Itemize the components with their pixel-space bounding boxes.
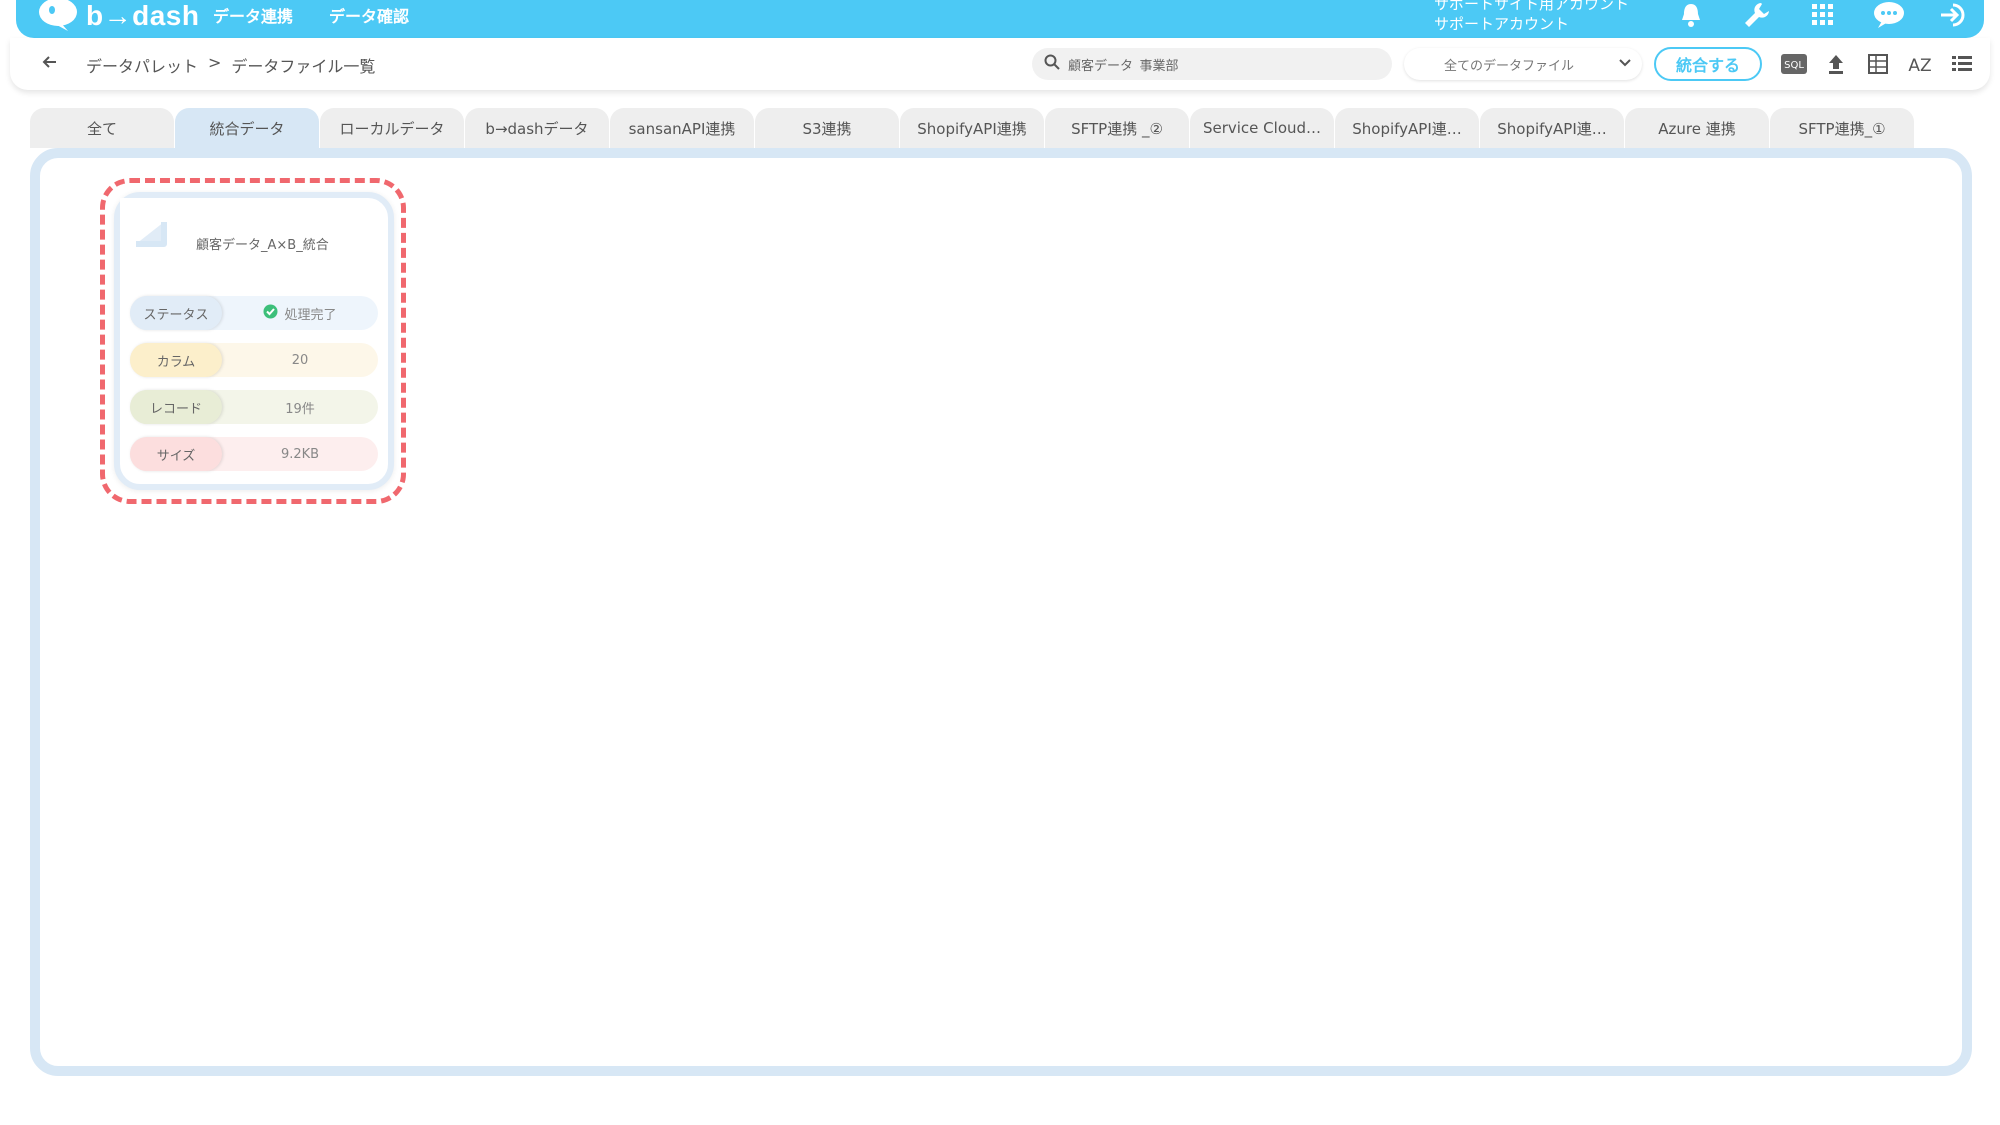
size-label: サイズ	[130, 437, 222, 471]
tab-service-cloud[interactable]: Service Cloud…	[1190, 108, 1334, 148]
file-filter-select[interactable]: 全てのデータファイル	[1404, 48, 1642, 80]
upload-icon[interactable]	[1822, 50, 1850, 78]
size-row: サイズ 9.2KB	[130, 437, 378, 471]
account-name: サポートサイト用アカウント	[1434, 0, 1630, 13]
status-label: ステータス	[130, 296, 222, 330]
status-value: 処理完了	[284, 307, 337, 323]
chat-icon[interactable]	[1872, 0, 1906, 30]
file-corner-icon	[114, 192, 190, 254]
toolbar-icons: SQL AZ	[1780, 50, 1976, 78]
record-value: 19件	[285, 401, 315, 417]
sql-label: SQL	[1784, 60, 1804, 71]
logout-icon[interactable]	[1938, 0, 1972, 30]
tab-merged-data[interactable]: 統合データ	[175, 108, 319, 148]
breadcrumb-data-palette[interactable]: データパレット	[86, 53, 198, 77]
sql-icon[interactable]: SQL	[1780, 50, 1808, 78]
tab-bdash-data[interactable]: b→dashデータ	[465, 108, 609, 148]
status-row: ステータス 処理完了	[130, 296, 378, 330]
chevron-down-icon	[1618, 57, 1632, 72]
sort-az-label: AZ	[1908, 56, 1931, 76]
search-box	[1032, 48, 1392, 80]
top-nav: データ連携 データ確認	[213, 3, 409, 27]
sub-header: データパレット > データファイル一覧 全てのデータファイル 統合する SQL …	[10, 38, 1990, 90]
sort-az-icon[interactable]: AZ	[1906, 50, 1934, 78]
merge-button[interactable]: 統合する	[1654, 47, 1762, 81]
nav-data-integration[interactable]: データ連携	[213, 3, 293, 27]
column-label: カラム	[130, 343, 222, 377]
tab-all[interactable]: 全て	[30, 108, 174, 148]
tab-local-data[interactable]: ローカルデータ	[320, 108, 464, 148]
record-row: レコード 19件	[130, 390, 378, 424]
list-icon[interactable]	[1948, 50, 1976, 78]
top-icons	[1674, 0, 1972, 30]
tab-shopify-api-2[interactable]: ShopifyAPI連…	[1335, 108, 1479, 148]
tab-shopify-api-3[interactable]: ShopifyAPI連…	[1480, 108, 1624, 148]
check-circle-icon	[263, 304, 278, 323]
tab-shopify-api[interactable]: ShopifyAPI連携	[900, 108, 1044, 148]
tab-s3[interactable]: S3連携	[755, 108, 899, 148]
account-info[interactable]: サポートサイト用アカウント サポートアカウント	[1434, 0, 1629, 34]
brand-logo[interactable]: b→dash	[38, 0, 199, 32]
column-row: カラム 20	[130, 343, 378, 377]
breadcrumb-current: データファイル一覧	[231, 57, 376, 76]
bell-icon[interactable]	[1674, 0, 1708, 30]
tab-azure[interactable]: Azure 連携	[1625, 108, 1769, 148]
tab-sftp-2[interactable]: SFTP連携 _②	[1045, 108, 1189, 148]
top-bar: b→dash データ連携 データ確認 サポートサイト用アカウント サポートアカウ…	[16, 0, 1984, 38]
file-filter-value: 全てのデータファイル	[1444, 58, 1575, 74]
status-value-wrap: 処理完了	[222, 304, 378, 323]
size-value: 9.2KB	[280, 446, 320, 462]
search-input[interactable]	[1068, 56, 1368, 72]
tab-sftp-1[interactable]: SFTP連携_①	[1770, 108, 1914, 148]
column-value: 20	[291, 352, 309, 368]
wrench-icon[interactable]	[1740, 0, 1774, 30]
account-subname: サポートアカウント	[1434, 15, 1570, 33]
record-label: レコード	[130, 390, 222, 424]
data-file-card[interactable]: 顧客データ_A×B_統合 ステータス 処理完了 カラム 20 レコード 19件 …	[114, 192, 394, 490]
grid-icon[interactable]	[1806, 0, 1840, 30]
breadcrumb: データパレット > データファイル一覧	[86, 53, 375, 77]
breadcrumb-separator: >	[208, 53, 222, 72]
back-arrow-icon[interactable]	[40, 52, 64, 76]
search-icon	[1044, 54, 1060, 74]
file-name: 顧客データ_A×B_統合	[196, 238, 329, 253]
data-type-tabs: 全て 統合データ ローカルデータ b→dashデータ sansanAPI連携 S…	[30, 108, 1914, 148]
table-icon[interactable]	[1864, 50, 1892, 78]
tab-sansan-api[interactable]: sansanAPI連携	[610, 108, 754, 148]
brand-name: b→dash	[86, 0, 200, 31]
logo-icon	[38, 0, 80, 32]
nav-data-check[interactable]: データ確認	[329, 3, 409, 27]
